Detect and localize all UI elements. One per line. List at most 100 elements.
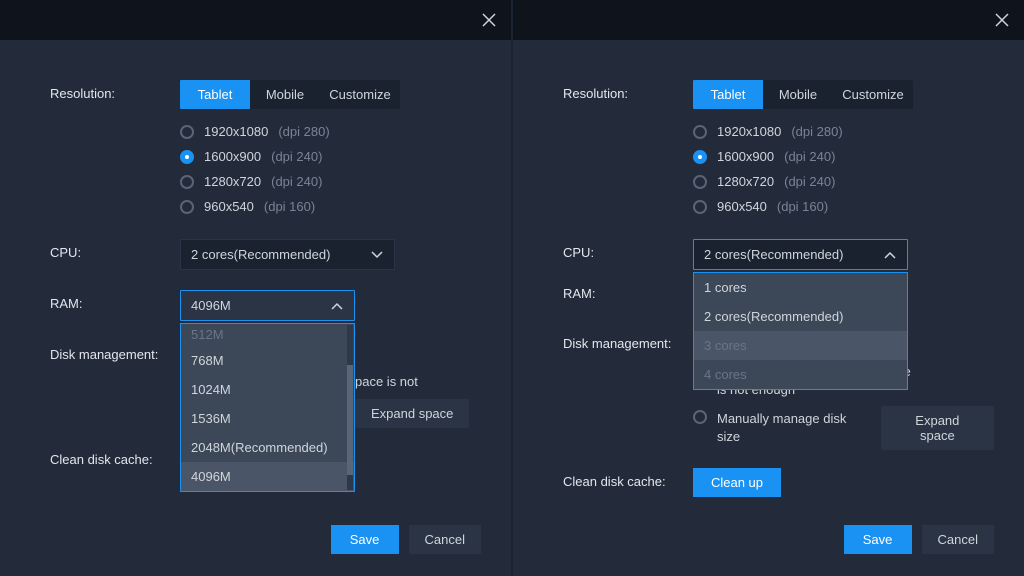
tab-customize[interactable]: Customize <box>833 80 913 109</box>
ram-selected-value: 4096M <box>191 298 231 313</box>
clean-row: Clean disk cache: Clean up <box>563 468 994 497</box>
content-area: Resolution: Tablet Mobile Customize 1920… <box>513 40 1024 576</box>
tab-tablet[interactable]: Tablet <box>693 80 763 109</box>
ram-label: RAM: <box>50 290 180 311</box>
settings-panel-left: Resolution: Tablet Mobile Customize 1920… <box>0 0 511 576</box>
resolution-label: Resolution: <box>50 80 180 101</box>
ram-label: RAM: <box>563 280 693 301</box>
radio-icon <box>180 175 194 189</box>
ram-option[interactable]: 768M <box>181 346 354 375</box>
save-button[interactable]: Save <box>844 525 912 554</box>
cpu-label: CPU: <box>50 239 180 260</box>
resolution-dpi: (dpi 160) <box>264 199 315 214</box>
cpu-controls: 2 cores(Recommended) <box>180 239 481 270</box>
resolution-value: 1280x720 <box>204 174 261 189</box>
chevron-up-icon <box>330 299 344 313</box>
ram-row: RAM: 4096M 512M 768M 1024M 1536M 2048M(R… <box>50 290 481 321</box>
ram-option[interactable]: 1536M <box>181 404 354 433</box>
resolution-dpi: (dpi 280) <box>791 124 842 139</box>
resolution-row: Resolution: Tablet Mobile Customize 1920… <box>563 80 994 219</box>
radio-icon <box>693 200 707 214</box>
save-button[interactable]: Save <box>331 525 399 554</box>
resolution-option[interactable]: 960x540 (dpi 160) <box>693 194 994 219</box>
resolution-option[interactable]: 1280x720 (dpi 240) <box>180 169 481 194</box>
footer-buttons: Save Cancel <box>844 525 994 554</box>
tab-mobile[interactable]: Mobile <box>763 80 833 109</box>
cancel-button[interactable]: Cancel <box>922 525 994 554</box>
resolution-dpi: (dpi 240) <box>784 174 835 189</box>
settings-panel-right: Resolution: Tablet Mobile Customize 1920… <box>513 0 1024 576</box>
close-icon[interactable] <box>992 10 1012 30</box>
resolution-value: 1600x900 <box>717 149 774 164</box>
scrollbar-thumb[interactable] <box>347 365 353 475</box>
resolution-option[interactable]: 1920x1080 (dpi 280) <box>180 119 481 144</box>
cpu-option[interactable]: 3 cores <box>694 331 907 360</box>
cpu-row: CPU: 2 cores(Recommended) 1 cores 2 core… <box>563 239 994 270</box>
resolution-options: 1920x1080 (dpi 280) 1600x900 (dpi 240) 1… <box>693 119 994 219</box>
close-icon[interactable] <box>479 10 499 30</box>
resolution-value: 1600x900 <box>204 149 261 164</box>
expand-space-button[interactable]: Expand space <box>355 399 469 428</box>
cpu-controls: 2 cores(Recommended) 1 cores 2 cores(Rec… <box>693 239 994 270</box>
cancel-button[interactable]: Cancel <box>409 525 481 554</box>
cpu-option[interactable]: 2 cores(Recommended) <box>694 302 907 331</box>
resolution-option[interactable]: 960x540 (dpi 160) <box>180 194 481 219</box>
resolution-dpi: (dpi 240) <box>271 149 322 164</box>
resolution-option[interactable]: 1280x720 (dpi 240) <box>693 169 994 194</box>
resolution-label: Resolution: <box>563 80 693 101</box>
cpu-dropdown-menu: 1 cores 2 cores(Recommended) 3 cores 4 c… <box>693 272 908 390</box>
chevron-up-icon <box>883 248 897 262</box>
disk-manual-row: Manually manage disk size Expand space <box>693 406 994 450</box>
resolution-tabs: Tablet Mobile Customize <box>180 80 400 109</box>
resolution-option[interactable]: 1600x900 (dpi 240) <box>180 144 481 169</box>
resolution-controls: Tablet Mobile Customize 1920x1080 (dpi 2… <box>180 80 481 219</box>
resolution-tabs: Tablet Mobile Customize <box>693 80 913 109</box>
disk-manual-label: Manually manage disk size <box>717 410 871 446</box>
clean-up-button[interactable]: Clean up <box>693 468 781 497</box>
resolution-option[interactable]: 1600x900 (dpi 240) <box>693 144 994 169</box>
disk-label: Disk management: <box>563 330 693 351</box>
radio-icon <box>693 410 707 424</box>
resolution-dpi: (dpi 240) <box>271 174 322 189</box>
ram-controls: 4096M 512M 768M 1024M 1536M 2048M(Recomm… <box>180 290 481 321</box>
resolution-value: 1280x720 <box>717 174 774 189</box>
radio-icon <box>180 125 194 139</box>
ram-option[interactable]: 1024M <box>181 375 354 404</box>
cpu-dropdown[interactable]: 2 cores(Recommended) <box>180 239 395 270</box>
resolution-option[interactable]: 1920x1080 (dpi 280) <box>693 119 994 144</box>
resolution-row: Resolution: Tablet Mobile Customize 1920… <box>50 80 481 219</box>
ram-dropdown[interactable]: 4096M 512M 768M 1024M 1536M 2048M(Recomm… <box>180 290 355 321</box>
cpu-selected-value: 2 cores(Recommended) <box>191 247 330 262</box>
titlebar <box>0 0 511 40</box>
ram-option[interactable]: 2048M(Recommended) <box>181 433 354 462</box>
chevron-down-icon <box>370 248 384 262</box>
tab-customize[interactable]: Customize <box>320 80 400 109</box>
radio-icon <box>180 200 194 214</box>
titlebar <box>513 0 1024 40</box>
resolution-dpi: (dpi 240) <box>784 149 835 164</box>
scrollbar[interactable] <box>347 325 353 490</box>
tab-mobile[interactable]: Mobile <box>250 80 320 109</box>
disk-manual-option[interactable]: Manually manage disk size <box>693 407 871 449</box>
resolution-options: 1920x1080 (dpi 280) 1600x900 (dpi 240) 1… <box>180 119 481 219</box>
cpu-option[interactable]: 1 cores <box>694 273 907 302</box>
cpu-option[interactable]: 4 cores <box>694 360 907 389</box>
resolution-dpi: (dpi 280) <box>278 124 329 139</box>
radio-icon <box>693 125 707 139</box>
footer-buttons: Save Cancel <box>331 525 481 554</box>
cpu-dropdown[interactable]: 2 cores(Recommended) 1 cores 2 cores(Rec… <box>693 239 908 270</box>
disk-label: Disk management: <box>50 341 180 362</box>
radio-icon <box>693 175 707 189</box>
content-area: Resolution: Tablet Mobile Customize 1920… <box>0 40 511 576</box>
radio-icon <box>693 150 707 164</box>
ram-option[interactable]: 512M <box>181 324 354 346</box>
disk-auto-text-partial: pace is not <box>355 341 481 391</box>
ram-option[interactable]: 4096M <box>181 462 354 491</box>
resolution-value: 960x540 <box>717 199 767 214</box>
cpu-selected-value: 2 cores(Recommended) <box>704 247 843 262</box>
radio-icon <box>180 150 194 164</box>
expand-space-button[interactable]: Expand space <box>881 406 994 450</box>
tab-tablet[interactable]: Tablet <box>180 80 250 109</box>
resolution-value: 960x540 <box>204 199 254 214</box>
clean-label: Clean disk cache: <box>50 446 180 467</box>
